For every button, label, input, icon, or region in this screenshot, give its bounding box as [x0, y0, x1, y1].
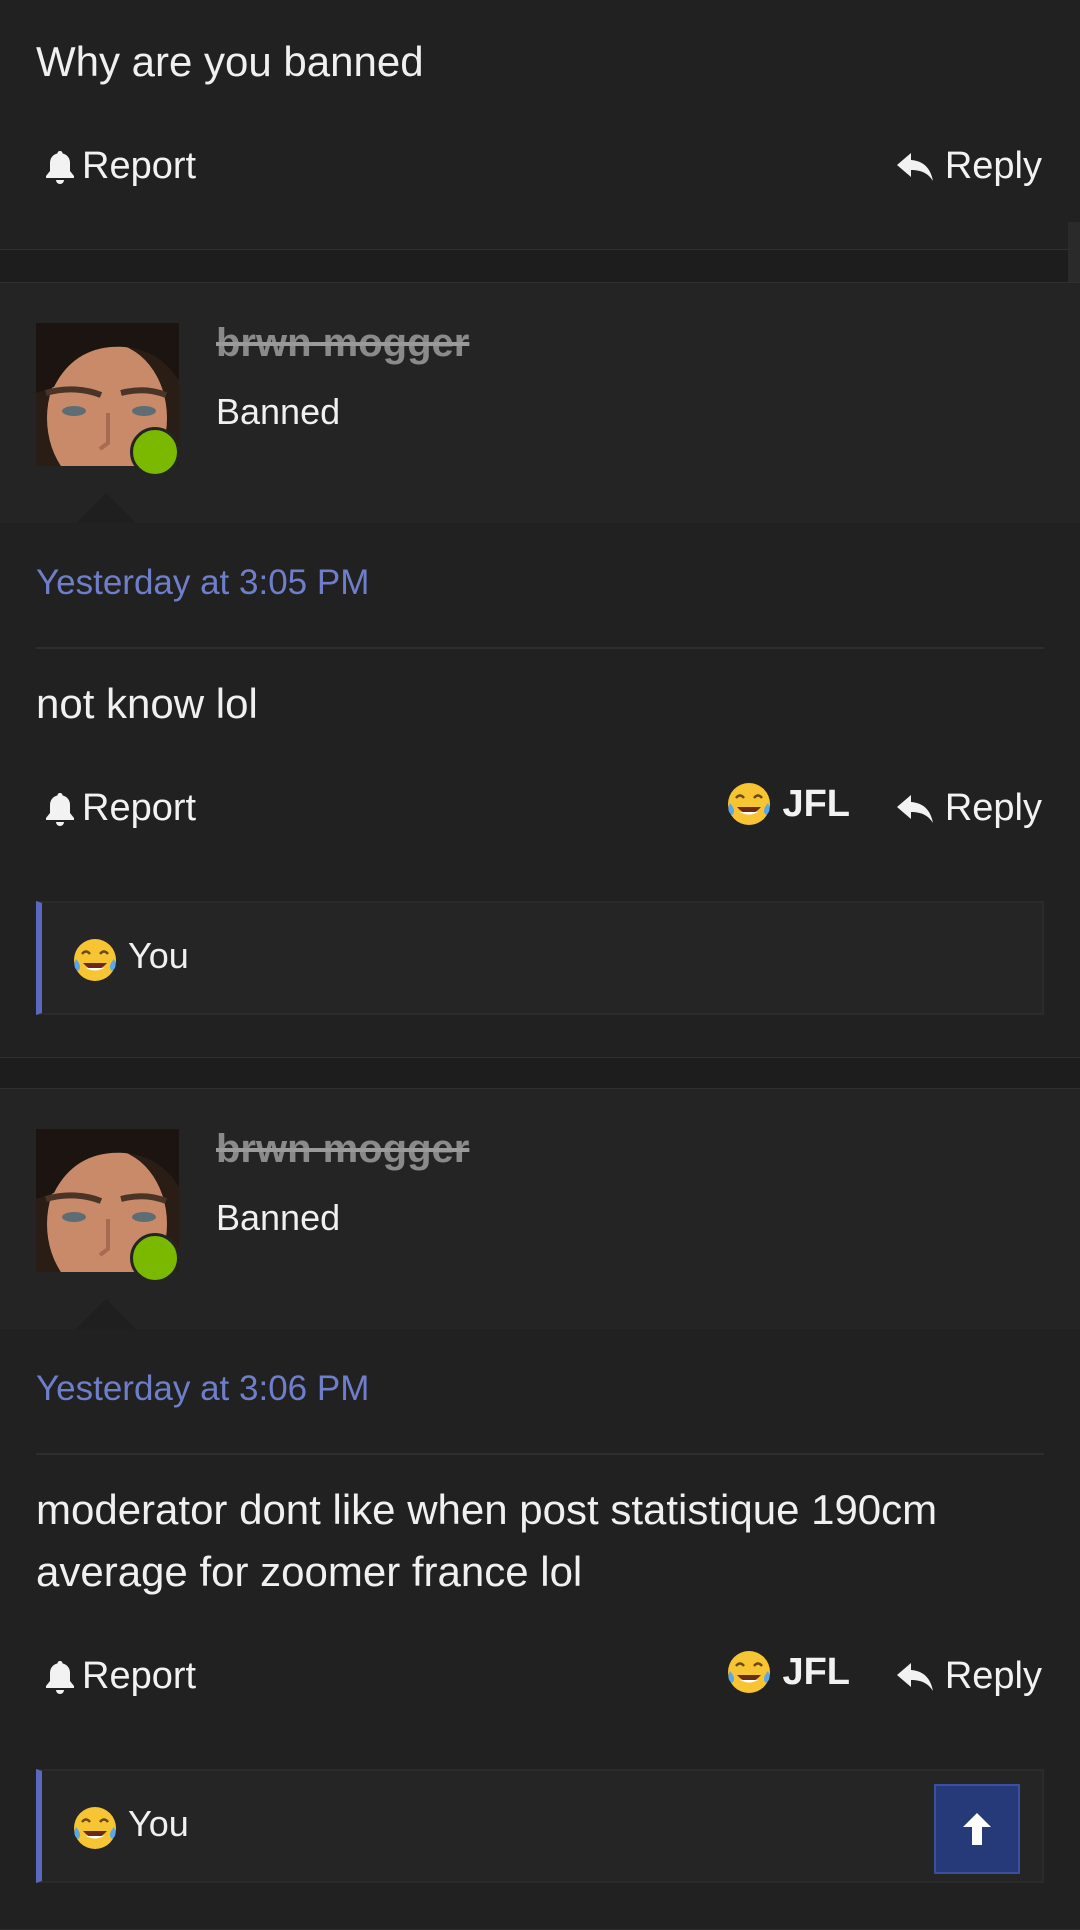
- post-message: Why are you banned: [36, 38, 424, 85]
- reply-button[interactable]: Reply: [895, 1655, 1042, 1698]
- reply-arrow-icon: [896, 152, 933, 181]
- online-status-dot: [130, 427, 180, 477]
- reply-button[interactable]: Reply: [895, 145, 1042, 188]
- reactors-list: You: [128, 935, 189, 976]
- reaction-button[interactable]: JFL: [726, 781, 850, 827]
- post-body: Yesterday at 3:05 PM not know lol Report…: [0, 523, 1080, 1057]
- reply-label: Reply: [944, 1655, 1042, 1697]
- tears-of-joy-emoji-icon: [728, 1651, 771, 1693]
- reaction-label: JFL: [782, 782, 850, 825]
- report-button[interactable]: Report: [44, 787, 196, 830]
- report-label: Report: [82, 1655, 197, 1697]
- report-button[interactable]: Report: [44, 1655, 196, 1698]
- reply-label: Reply: [944, 145, 1042, 187]
- post-message: moderator dont like when post statistiqu…: [36, 1486, 938, 1595]
- reactors-list: You: [128, 1803, 189, 1844]
- tears-of-joy-emoji-icon: [728, 783, 771, 825]
- post-timestamp[interactable]: Yesterday at 3:05 PM: [36, 563, 369, 603]
- bell-icon: [46, 1660, 74, 1694]
- user-title: Banned: [216, 391, 341, 432]
- tears-of-joy-emoji-icon: [74, 1807, 116, 1849]
- divider: [36, 1453, 1044, 1455]
- username[interactable]: brwn mogger: [216, 1127, 469, 1172]
- post-message: not know lol: [36, 680, 258, 727]
- reaction-label: JFL: [782, 1650, 850, 1693]
- bell-icon: [46, 792, 74, 826]
- post: brwn mogger Banned Yesterday at 3:06 PM …: [0, 1088, 1080, 1930]
- user-title: Banned: [216, 1197, 341, 1238]
- reaction-summary[interactable]: You: [36, 1769, 1044, 1883]
- tears-of-joy-emoji-icon: [74, 939, 116, 981]
- online-status-dot: [130, 1233, 180, 1283]
- back-to-top-button[interactable]: [934, 1784, 1020, 1874]
- username[interactable]: brwn mogger: [216, 321, 469, 366]
- reaction-summary[interactable]: You: [36, 901, 1044, 1015]
- bell-icon: [46, 150, 74, 184]
- post-timestamp[interactable]: Yesterday at 3:06 PM: [36, 1369, 369, 1409]
- header-caret: [76, 493, 136, 523]
- reaction-button[interactable]: JFL: [726, 1649, 850, 1695]
- reply-button[interactable]: Reply: [895, 787, 1042, 830]
- post-user-header: brwn mogger Banned: [0, 1089, 1080, 1330]
- report-label: Report: [82, 787, 197, 829]
- post-user-header: brwn mogger Banned: [0, 283, 1080, 524]
- divider: [36, 647, 1044, 649]
- header-caret: [76, 1299, 136, 1329]
- report-button[interactable]: Report: [44, 145, 196, 188]
- arrow-up-icon: [963, 1813, 991, 1845]
- post-top: Why are you banned Report Reply: [0, 0, 1080, 250]
- post: brwn mogger Banned Yesterday at 3:05 PM …: [0, 282, 1080, 1058]
- reply-arrow-icon: [896, 794, 933, 823]
- post-body: Yesterday at 3:06 PM moderator dont like…: [0, 1329, 1080, 1929]
- report-label: Report: [82, 145, 197, 187]
- reply-label: Reply: [944, 787, 1042, 829]
- reply-arrow-icon: [896, 1662, 933, 1691]
